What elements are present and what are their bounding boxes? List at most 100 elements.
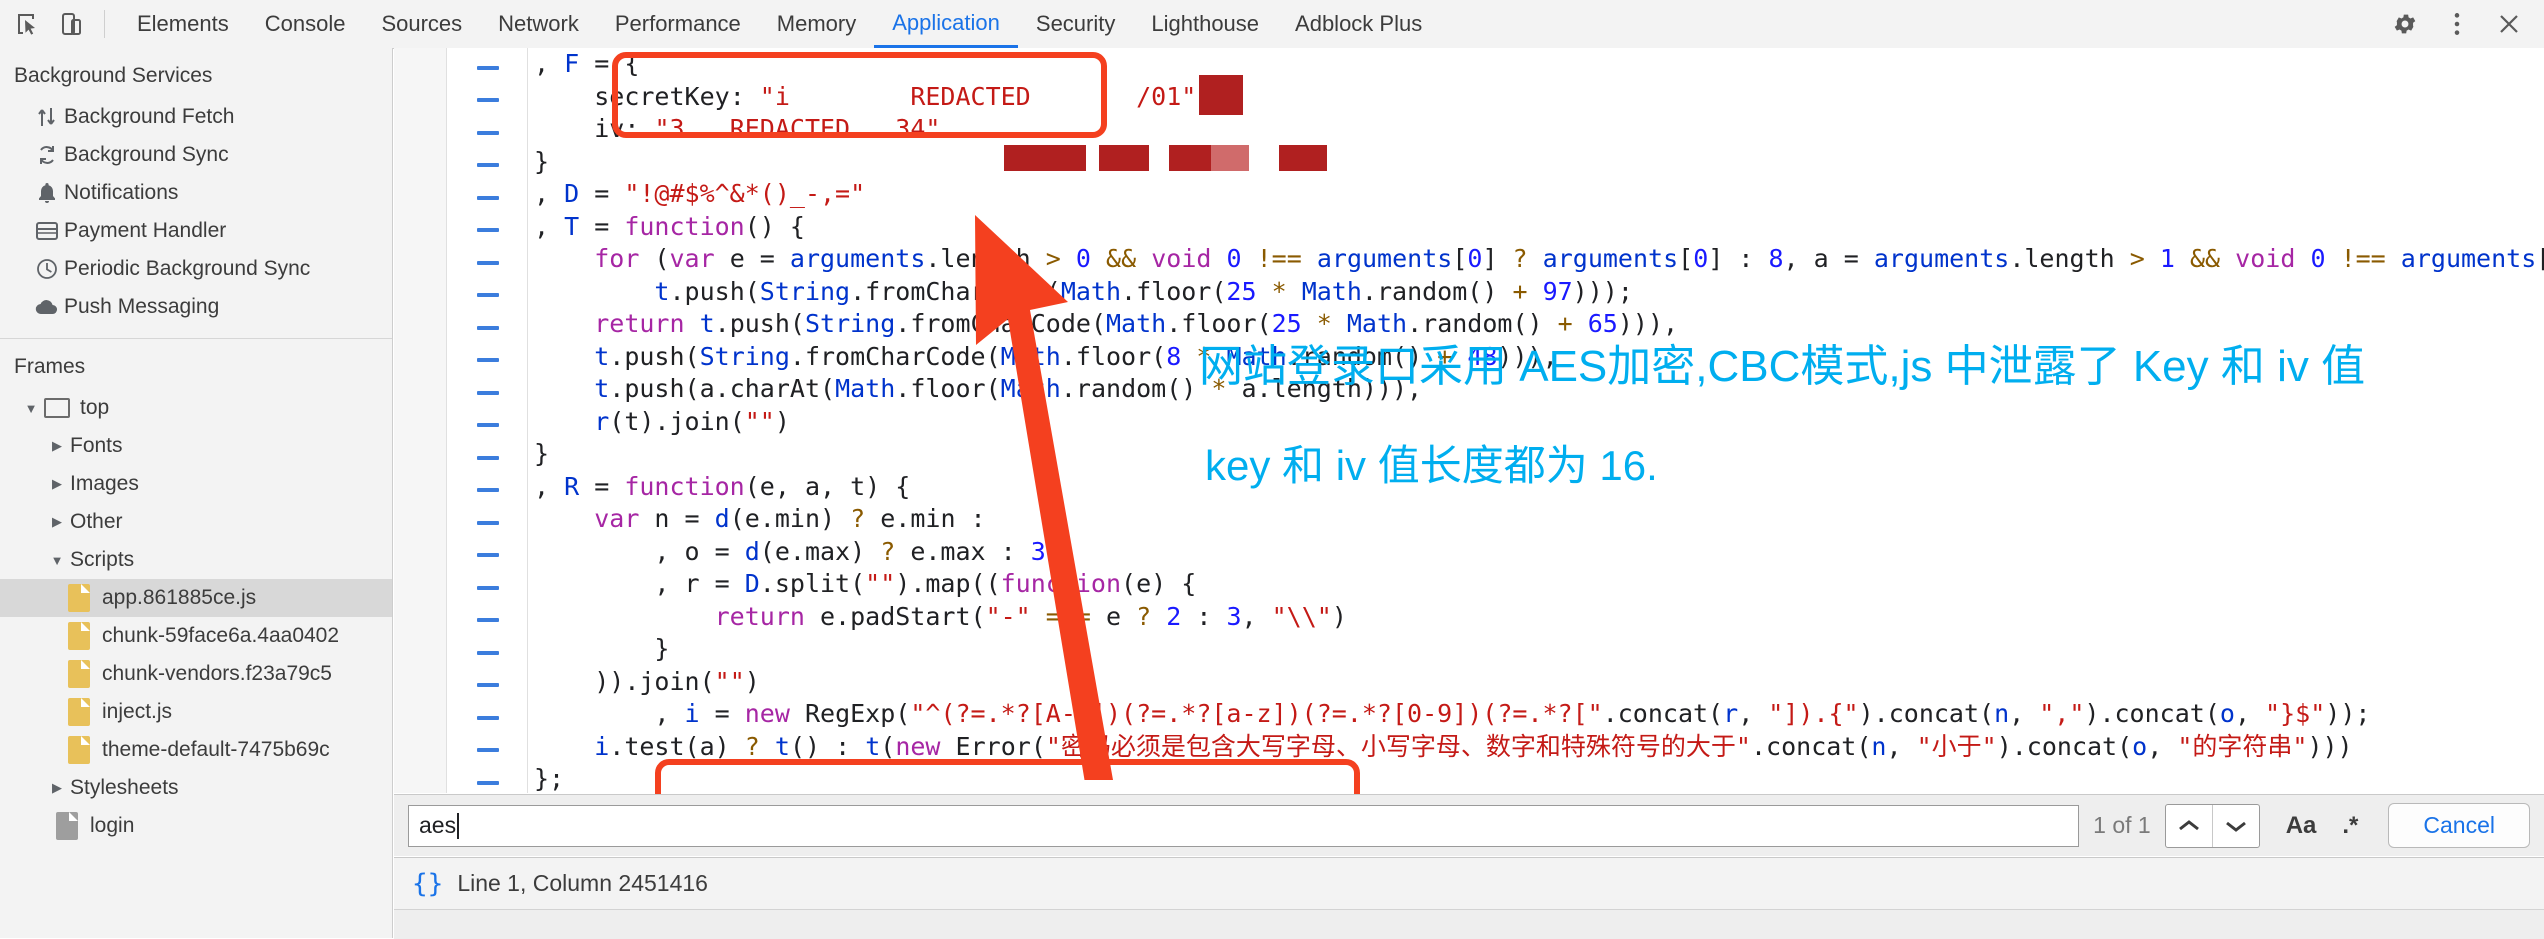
code-token: "的字符串"	[2177, 731, 2308, 761]
sidebar-item-background-sync[interactable]: Background Sync	[0, 136, 392, 174]
fold-marker[interactable]	[477, 196, 499, 200]
code-line: };	[534, 763, 2544, 793]
fold-marker[interactable]	[477, 683, 499, 687]
code-token: , r =	[654, 569, 745, 598]
close-icon[interactable]	[2492, 7, 2526, 41]
code-token: ,	[1886, 731, 1917, 761]
fold-marker[interactable]	[477, 651, 499, 655]
script-item-chunk-59face6a[interactable]: chunk-59face6a.4aa0402	[0, 617, 392, 655]
tab-lighthouse[interactable]: Lighthouse	[1133, 0, 1277, 48]
source-code-viewer[interactable]: , F = { secretKey: "i REDACTED /01", iv:…	[394, 48, 2544, 793]
fold-marker[interactable]	[477, 261, 499, 265]
chevron-down-icon[interactable]: ▼	[18, 401, 44, 416]
tab-security[interactable]: Security	[1018, 0, 1133, 48]
device-toolbar-icon[interactable]	[54, 7, 88, 41]
sidebar-item-periodic-background-sync[interactable]: Periodic Background Sync	[0, 250, 392, 288]
tree-item-other[interactable]: ▶ Other	[0, 503, 392, 541]
tab-memory[interactable]: Memory	[759, 0, 874, 48]
tab-adblock-plus[interactable]: Adblock Plus	[1277, 0, 1440, 48]
regex-button[interactable]: .*	[2342, 812, 2358, 840]
fold-marker[interactable]	[477, 553, 499, 557]
fold-marker[interactable]	[477, 293, 499, 297]
tree-item-label: top	[80, 396, 110, 419]
fold-marker[interactable]	[477, 781, 499, 785]
tree-item-label: login	[90, 814, 135, 837]
code-line: var n = d(e.min) ? e.min :	[534, 503, 2544, 536]
tree-item-fonts[interactable]: ▶ Fonts	[0, 427, 392, 465]
code-token: 0	[2310, 244, 2326, 273]
sidebar-item-payment-handler[interactable]: Payment Handler	[0, 212, 392, 250]
sidebar-item-background-fetch[interactable]: Background Fetch	[0, 98, 392, 136]
code-token: .fromCharCode(	[789, 341, 1001, 371]
tree-item-top[interactable]: ▼ top	[0, 389, 392, 427]
fold-marker[interactable]	[477, 163, 499, 167]
sidebar-item-label: Payment Handler	[64, 219, 227, 242]
code-token: ] :	[1708, 244, 1769, 273]
sidebar-item-notifications[interactable]: Notifications	[0, 174, 392, 212]
fold-marker[interactable]	[477, 98, 499, 102]
tree-item-images[interactable]: ▶ Images	[0, 465, 392, 503]
sidebar-item-label: Background Sync	[64, 143, 229, 166]
chevron-down-icon[interactable]	[2211, 804, 2259, 847]
fold-marker[interactable]	[477, 131, 499, 135]
code-token: "\\"	[1271, 601, 1332, 631]
pretty-print-braces-icon[interactable]: {}	[412, 869, 443, 899]
chevron-right-icon[interactable]: ▶	[44, 438, 70, 454]
code-token: [	[1678, 244, 1694, 273]
fold-marker[interactable]	[477, 326, 499, 330]
chevron-up-icon[interactable]	[2166, 805, 2212, 847]
tab-application[interactable]: Application	[874, 0, 1018, 48]
cancel-button[interactable]: Cancel	[2388, 803, 2530, 848]
code-token: 0	[1693, 244, 1709, 273]
script-item-inject[interactable]: inject.js	[0, 693, 392, 731]
inspect-cursor-icon[interactable]	[10, 7, 44, 41]
chevron-right-icon[interactable]: ▶	[44, 514, 70, 530]
code-token: Math	[1106, 309, 1167, 338]
fold-marker[interactable]	[477, 391, 499, 395]
sidebar-item-push-messaging[interactable]: Push Messaging	[0, 288, 392, 326]
code-token: t	[865, 731, 881, 761]
fold-marker[interactable]	[477, 716, 499, 720]
fold-marker[interactable]	[477, 66, 499, 70]
tab-performance[interactable]: Performance	[597, 0, 759, 48]
fold-marker[interactable]	[477, 423, 499, 427]
code-token: 2	[1166, 601, 1182, 631]
script-item-chunk-vendors[interactable]: chunk-vendors.f23a79c5	[0, 655, 392, 693]
code-token: t	[654, 276, 670, 306]
gear-icon[interactable]	[2388, 7, 2422, 41]
tree-item-login-document[interactable]: login	[0, 807, 392, 845]
fold-marker[interactable]	[477, 748, 499, 752]
fold-marker[interactable]	[477, 586, 499, 590]
js-file-icon	[68, 736, 90, 764]
cloud-icon	[30, 299, 64, 315]
chevron-right-icon[interactable]: ▶	[44, 780, 70, 796]
tree-item-stylesheets[interactable]: ▶ Stylesheets	[0, 769, 392, 807]
script-item-app[interactable]: app.861885ce.js	[0, 579, 392, 617]
search-input[interactable]: aes	[408, 804, 2080, 847]
chevron-right-icon[interactable]: ▶	[44, 476, 70, 492]
redaction-block	[1004, 145, 1086, 171]
script-item-theme-default[interactable]: theme-default-7475b69c	[0, 731, 392, 769]
code-token: .fromCharCode(	[895, 309, 1106, 338]
fold-marker[interactable]	[477, 618, 499, 622]
tab-sources[interactable]: Sources	[363, 0, 480, 48]
match-case-button[interactable]: Aa	[2286, 812, 2317, 840]
fold-marker[interactable]	[477, 358, 499, 362]
code-token: ,	[654, 699, 685, 728]
fold-marker[interactable]	[477, 521, 499, 525]
kebab-menu-icon[interactable]	[2440, 7, 2474, 41]
fold-marker[interactable]	[477, 456, 499, 460]
tab-console[interactable]: Console	[247, 0, 364, 48]
code-token: o	[2132, 731, 2148, 761]
fold-marker[interactable]	[477, 228, 499, 232]
code-lines[interactable]: , F = { secretKey: "i REDACTED /01", iv:…	[534, 48, 2544, 793]
tab-network[interactable]: Network	[480, 0, 597, 48]
redaction-block	[1099, 145, 1149, 171]
fold-marker[interactable]	[477, 488, 499, 492]
tree-item-scripts[interactable]: ▼ Scripts	[0, 541, 392, 579]
chevron-down-icon[interactable]: ▼	[44, 553, 70, 568]
tab-elements[interactable]: Elements	[119, 0, 247, 48]
